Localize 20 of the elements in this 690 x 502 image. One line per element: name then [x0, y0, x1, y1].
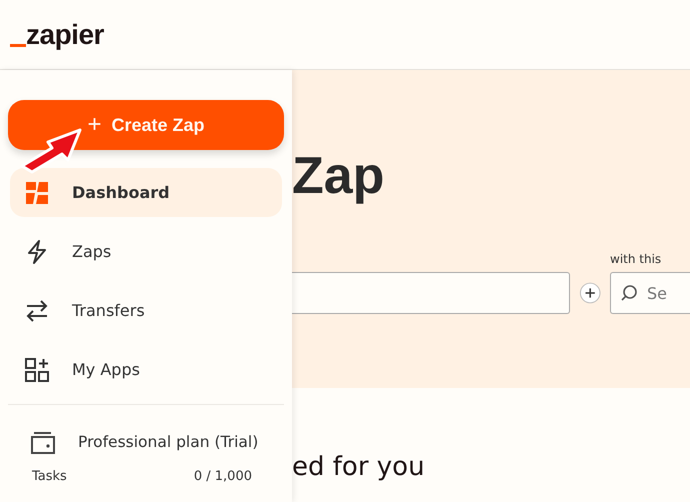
- search-field[interactable]: Se: [610, 272, 690, 314]
- page-title: Zap: [292, 146, 386, 207]
- dashboard-icon: [24, 180, 50, 206]
- wallet-icon: [30, 429, 56, 455]
- plan-label[interactable]: Professional plan (Trial): [78, 433, 258, 451]
- nav-item[interactable]: My Apps: [10, 345, 282, 394]
- transfer-arrows-icon: [24, 298, 50, 324]
- nav-item[interactable]: Transfers: [10, 286, 282, 335]
- nav-item[interactable]: Dashboard: [10, 168, 282, 217]
- action-label: with this: [610, 252, 662, 266]
- zapier-logo[interactable]: zapier: [10, 20, 104, 48]
- trigger-field[interactable]: [292, 272, 570, 314]
- section-title: ed for you: [292, 452, 426, 482]
- annotation-arrow: [18, 126, 84, 174]
- tasks-label: Tasks: [32, 469, 67, 484]
- search-icon: [620, 284, 638, 302]
- nav-item[interactable]: Zaps: [10, 227, 282, 276]
- apps-grid-icon: [24, 356, 50, 382]
- add-step-icon[interactable]: [578, 281, 601, 305]
- tasks-count: 0 / 1,000: [194, 469, 252, 484]
